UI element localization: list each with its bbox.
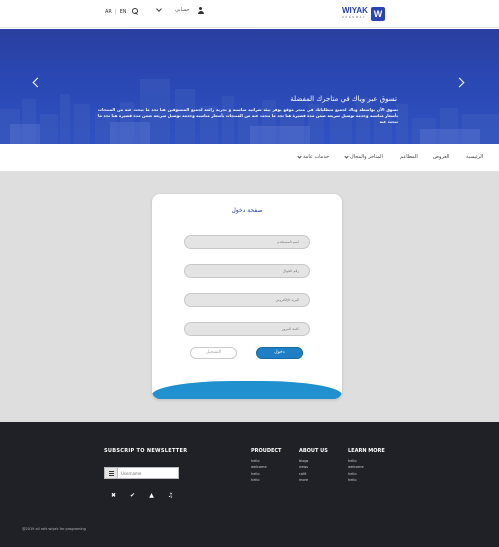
account-menu[interactable]: حسابي — [156, 6, 204, 14]
account-label: حسابي — [175, 7, 190, 13]
email-field[interactable] — [184, 293, 310, 307]
footer-column-title: PROUDECT — [251, 448, 282, 454]
logo-mark-icon: W — [370, 7, 385, 21]
lang-separator: | — [114, 8, 117, 15]
site-logo[interactable]: WIYAK O P E N W A Y W — [342, 7, 385, 21]
check-icon[interactable]: ✔ — [129, 492, 136, 499]
login-card: صفحة دخول التسجيل دخول — [152, 194, 342, 399]
main-nav: خدمات عامة المتاجر والمحال المطاعم العرو… — [0, 144, 499, 172]
name-field[interactable] — [184, 235, 310, 249]
search-icon[interactable] — [131, 8, 139, 15]
chevron-down-icon — [297, 153, 302, 159]
footer-column-learn-more: LEARN MORE hello welcome hello hello — [348, 448, 385, 484]
hero-title: تسوق عبر وياك في متاجرك المفضلة — [290, 95, 397, 103]
footer-column-title: LEARN MORE — [348, 448, 385, 454]
card-footer-wave — [152, 381, 342, 399]
site-footer: SUBSCRIP TO NEWSLETTER ✖ ✔ ▲ ♫ PROUDECT … — [0, 422, 499, 547]
login-title: صفحة دخول — [231, 207, 263, 214]
login-button[interactable]: دخول — [256, 347, 303, 359]
lang-ar-link[interactable]: AR — [105, 9, 112, 15]
hero-slider: تسوق عبر وياك في متاجرك المفضلة تسوق الآ… — [0, 29, 499, 144]
footer-column-product: PROUDECT hello welcome hello hello — [251, 448, 281, 484]
nav-item-stores[interactable]: المتاجر والمحال — [344, 153, 383, 160]
register-button[interactable]: التسجيل — [190, 347, 237, 359]
user-icon — [197, 7, 204, 14]
copyright-text: @2019 all rofs wiyak for programing — [22, 527, 86, 531]
menu-icon — [104, 467, 118, 479]
top-header: AR | EN حسابي WIYAK O P E N W A Y W — [0, 0, 499, 28]
lang-en-link[interactable]: EN — [120, 9, 127, 15]
phone-field[interactable] — [184, 264, 310, 278]
nav-item-services[interactable]: خدمات عامة — [297, 153, 329, 160]
footer-link[interactable]: hello — [348, 477, 385, 483]
newsletter-input[interactable] — [118, 467, 179, 479]
nav-item-offers[interactable]: العروض — [433, 154, 450, 160]
language-switcher: AR | EN — [105, 8, 139, 15]
social-links: ✖ ✔ ▲ ♫ — [110, 492, 174, 499]
footer-link[interactable]: hello — [251, 477, 281, 483]
hero-description: تسوق الآن بواسطة وياك لجميع متطلباتك في … — [98, 107, 398, 124]
footer-column-title: ABOUT US — [299, 448, 328, 454]
nav-item-home[interactable]: الرئيسية — [466, 154, 483, 160]
main-content: صفحة دخول التسجيل دخول — [0, 172, 499, 422]
newsletter-title: SUBSCRIP TO NEWSLETTER — [104, 448, 188, 454]
music-icon[interactable]: ♫ — [167, 492, 174, 499]
chevron-down-icon — [156, 6, 162, 12]
twitter-icon[interactable]: ✖ — [110, 492, 117, 499]
nav-item-restaurants[interactable]: المطاعم — [400, 154, 418, 160]
chevron-down-icon — [344, 153, 349, 159]
logo-wordmark: WIYAK O P E N W A Y — [342, 6, 368, 20]
footer-column-about: ABOUT US blogs news café more — [299, 448, 328, 484]
newsletter-form — [104, 467, 179, 479]
footer-link[interactable]: more — [299, 477, 328, 483]
password-field[interactable] — [184, 322, 310, 336]
user-icon[interactable]: ▲ — [148, 492, 155, 499]
